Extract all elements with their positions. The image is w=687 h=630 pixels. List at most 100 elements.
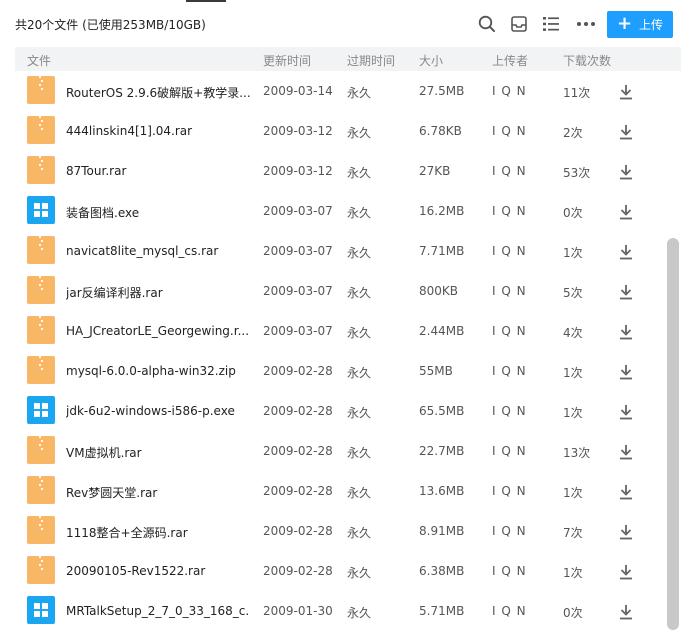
file-updated: 2009-03-07 [263, 204, 333, 218]
file-name[interactable]: 装备图档.exe [66, 204, 250, 221]
archive-file-icon [27, 236, 55, 264]
file-name[interactable]: jar反编译利器.rar [66, 284, 250, 301]
file-name[interactable]: RouterOS 2.9.6破解版+教学录... [66, 84, 250, 101]
file-row[interactable]: 20090105-Rev1522.rar 2009-02-28 永久 6.38MB I … [15, 551, 665, 591]
file-size: 22.7MB [419, 444, 465, 458]
file-name[interactable]: mysql-6.0.0-alpha-win32.zip [66, 364, 250, 378]
archive-file-icon [27, 556, 55, 584]
file-uploader: I Q N [492, 124, 527, 138]
file-downloads: 2次 [563, 126, 583, 140]
download-icon[interactable] [617, 203, 635, 221]
file-row[interactable]: 444linskin4[1].04.rar 2009-03-12 永久 6.78KB I… [15, 111, 665, 151]
file-row[interactable]: jar反编译利器.rar 2009-03-07 永久 800KB I Q N 5次 [15, 271, 665, 311]
file-name[interactable]: 1118整合+全源码.rar [66, 524, 250, 541]
windows-exe-icon [27, 196, 55, 224]
file-size: 2.44MB [419, 324, 465, 338]
file-updated: 2009-03-12 [263, 124, 333, 138]
column-name[interactable]: 文件 [27, 52, 51, 69]
storage-usage: (已使用253MB/10GB) [82, 18, 206, 32]
column-size[interactable]: 大小 [419, 52, 443, 69]
file-expires: 永久 [347, 486, 372, 500]
download-icon[interactable] [617, 163, 635, 181]
file-updated: 2009-02-28 [263, 564, 333, 578]
file-name[interactable]: Rev梦圆天堂.rar [66, 484, 250, 501]
download-icon[interactable] [617, 443, 635, 461]
file-name[interactable]: VM虚拟机.rar [66, 444, 250, 461]
file-uploader: I Q N [492, 524, 527, 538]
more-icon[interactable] [576, 14, 596, 34]
file-downloads: 11次 [563, 86, 591, 100]
download-icon[interactable] [617, 563, 635, 581]
toolbar: 共20个文件 (已使用253MB/10GB) + 上传 [0, 0, 687, 46]
file-size: 27.5MB [419, 84, 465, 98]
file-name[interactable]: 20090105-Rev1522.rar [66, 564, 250, 578]
file-row[interactable]: MRTalkSetup_2_7_0_33_168_c... 2009-01-30 永… [15, 591, 665, 630]
column-expires[interactable]: 过期时间 [347, 52, 395, 69]
file-size: 5.71MB [419, 604, 465, 618]
column-downloads[interactable]: 下载次数 [563, 52, 611, 69]
file-name[interactable]: HA_JCreatorLE_Georgewing.r... [66, 324, 250, 338]
inbox-icon[interactable] [509, 14, 529, 34]
file-row[interactable]: HA_JCreatorLE_Georgewing.r... 2009-03-07 永… [15, 311, 665, 351]
file-row[interactable]: 87Tour.rar 2009-03-12 永久 27KB I Q N 53次 [15, 151, 665, 191]
archive-file-icon [27, 316, 55, 344]
file-uploader: I Q N [492, 324, 527, 338]
file-name[interactable]: jdk-6u2-windows-i586-p.exe [66, 404, 250, 418]
file-downloads: 4次 [563, 326, 583, 340]
download-icon[interactable] [617, 523, 635, 541]
file-downloads: 1次 [563, 406, 583, 420]
file-downloads: 1次 [563, 246, 583, 260]
search-icon[interactable] [477, 14, 497, 34]
file-name[interactable]: 444linskin4[1].04.rar [66, 124, 250, 138]
file-size: 16.2MB [419, 204, 465, 218]
column-uploader[interactable]: 上传者 [492, 52, 528, 69]
file-row[interactable]: VM虚拟机.rar 2009-02-28 永久 22.7MB I Q N 13次 [15, 431, 665, 471]
table-header: 文件 更新时间 过期时间 大小 上传者 下载次数 [15, 47, 681, 71]
file-downloads: 5次 [563, 286, 583, 300]
archive-file-icon [27, 476, 55, 504]
file-name[interactable]: MRTalkSetup_2_7_0_33_168_c... [66, 604, 250, 618]
file-list: RouterOS 2.9.6破解版+教学录... 2009-03-14 永久 27.5… [15, 71, 665, 630]
column-updated[interactable]: 更新时间 [263, 52, 311, 69]
file-expires: 永久 [347, 446, 372, 460]
download-icon[interactable] [617, 83, 635, 101]
storage-summary: 共20个文件 (已使用253MB/10GB) [15, 16, 206, 33]
file-row[interactable]: mysql-6.0.0-alpha-win32.zip 2009-02-28 永久 5… [15, 351, 665, 391]
archive-file-icon [27, 76, 55, 104]
download-icon[interactable] [617, 243, 635, 261]
file-name[interactable]: 87Tour.rar [66, 164, 250, 178]
file-size: 13.6MB [419, 484, 465, 498]
file-row[interactable]: RouterOS 2.9.6破解版+教学录... 2009-03-14 永久 27.5… [15, 71, 665, 111]
file-row[interactable]: navicat8lite_mysql_cs.rar 2009-03-07 永久 7.7… [15, 231, 665, 271]
file-updated: 2009-03-12 [263, 164, 333, 178]
file-uploader: I Q N [492, 444, 527, 458]
file-expires: 永久 [347, 86, 372, 100]
file-size: 65.5MB [419, 404, 465, 418]
upload-button[interactable]: + 上传 [607, 11, 673, 38]
download-icon[interactable] [617, 483, 635, 501]
download-icon[interactable] [617, 323, 635, 341]
download-icon[interactable] [617, 603, 635, 621]
windows-exe-icon [27, 596, 55, 624]
download-icon[interactable] [617, 363, 635, 381]
file-expires: 永久 [347, 286, 372, 300]
file-uploader: I Q N [492, 284, 527, 298]
file-row[interactable]: jdk-6u2-windows-i586-p.exe 2009-02-28 永久 65… [15, 391, 665, 431]
download-icon[interactable] [617, 123, 635, 141]
file-size: 6.38MB [419, 564, 465, 578]
download-icon[interactable] [617, 283, 635, 301]
download-icon[interactable] [617, 403, 635, 421]
file-row[interactable]: Rev梦圆天堂.rar 2009-02-28 永久 13.6MB I Q N 1次 [15, 471, 665, 511]
file-expires: 永久 [347, 606, 372, 620]
scrollbar-thumb[interactable] [667, 238, 679, 630]
upload-label: 上传 [639, 18, 664, 32]
file-uploader: I Q N [492, 84, 527, 98]
file-size: 27KB [419, 164, 451, 178]
file-row[interactable]: 装备图档.exe 2009-03-07 永久 16.2MB I Q N 0次 [15, 191, 665, 231]
file-row[interactable]: 1118整合+全源码.rar 2009-02-28 永久 8.91MB I Q N 7次 [15, 511, 665, 551]
file-name[interactable]: navicat8lite_mysql_cs.rar [66, 244, 250, 258]
file-size: 800KB [419, 284, 459, 298]
list-view-icon[interactable] [541, 14, 561, 34]
file-updated: 2009-03-14 [263, 84, 333, 98]
archive-file-icon [27, 436, 55, 464]
